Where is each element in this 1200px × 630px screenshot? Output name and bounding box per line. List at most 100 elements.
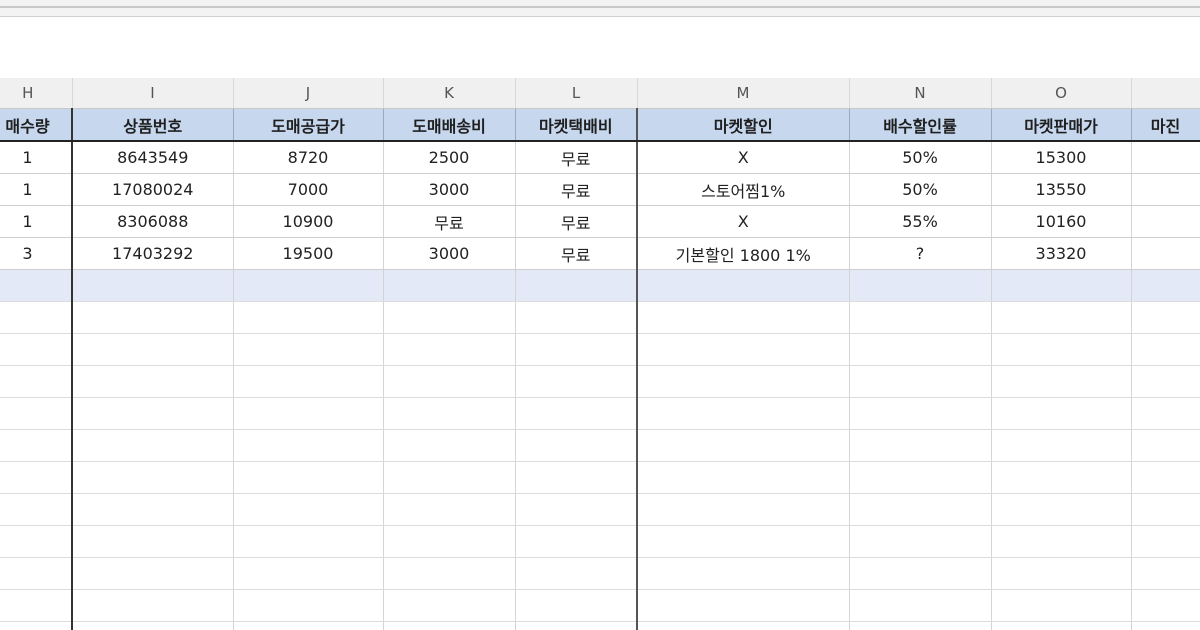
cell[interactable]: [1131, 301, 1200, 334]
cell[interactable]: [72, 493, 234, 526]
cell[interactable]: [849, 461, 992, 494]
cell[interactable]: [233, 621, 384, 630]
cell[interactable]: 7000: [233, 173, 384, 206]
cell[interactable]: [637, 589, 850, 622]
cell[interactable]: [515, 397, 638, 430]
cell[interactable]: [72, 333, 234, 366]
cell[interactable]: [383, 525, 516, 558]
cell[interactable]: X: [637, 141, 850, 174]
cell[interactable]: [233, 461, 384, 494]
cell[interactable]: [515, 525, 638, 558]
cell[interactable]: [72, 621, 234, 630]
cell[interactable]: [515, 461, 638, 494]
column-header-l[interactable]: L: [515, 78, 638, 109]
cell[interactable]: 55%: [849, 205, 992, 238]
cell[interactable]: [72, 461, 234, 494]
cell[interactable]: [849, 525, 992, 558]
cell[interactable]: [0, 269, 73, 302]
cell[interactable]: [991, 365, 1132, 398]
cell[interactable]: [849, 557, 992, 590]
cell[interactable]: [233, 397, 384, 430]
cell[interactable]: [991, 525, 1132, 558]
header-cell[interactable]: 매수량: [0, 108, 73, 142]
cell[interactable]: [991, 493, 1132, 526]
cell[interactable]: [0, 365, 73, 398]
cell[interactable]: [233, 557, 384, 590]
column-header-m[interactable]: M: [637, 78, 850, 109]
cell[interactable]: [991, 333, 1132, 366]
cell[interactable]: [637, 269, 850, 302]
cell[interactable]: 무료: [515, 237, 638, 270]
cell[interactable]: 17403292: [72, 237, 234, 270]
cell[interactable]: [991, 621, 1132, 630]
cell[interactable]: [383, 589, 516, 622]
column-header-o[interactable]: O: [991, 78, 1132, 109]
cell[interactable]: [1131, 269, 1200, 302]
column-header-i[interactable]: I: [72, 78, 234, 109]
cell[interactable]: [637, 365, 850, 398]
header-cell[interactable]: 마켓택배비: [515, 108, 638, 142]
cell[interactable]: [72, 589, 234, 622]
header-cell[interactable]: 상품번호: [72, 108, 234, 142]
cell[interactable]: [383, 397, 516, 430]
cell[interactable]: [849, 621, 992, 630]
header-cell[interactable]: 마진: [1131, 108, 1200, 142]
cell[interactable]: X: [637, 205, 850, 238]
cell[interactable]: 13550: [991, 173, 1132, 206]
cell[interactable]: 8720: [233, 141, 384, 174]
cell[interactable]: [0, 461, 73, 494]
cell[interactable]: 3000: [383, 237, 516, 270]
cell[interactable]: [515, 333, 638, 366]
cell[interactable]: [72, 429, 234, 462]
cell[interactable]: [637, 333, 850, 366]
cell[interactable]: [1131, 525, 1200, 558]
cell[interactable]: [233, 333, 384, 366]
cell[interactable]: 10900: [233, 205, 384, 238]
cell[interactable]: [1131, 557, 1200, 590]
cell[interactable]: [637, 525, 850, 558]
cell[interactable]: [1131, 397, 1200, 430]
cell[interactable]: [0, 589, 73, 622]
cell[interactable]: [0, 301, 73, 334]
cell[interactable]: [383, 269, 516, 302]
cell[interactable]: [0, 429, 73, 462]
cell[interactable]: 10160: [991, 205, 1132, 238]
cell[interactable]: [72, 525, 234, 558]
cell[interactable]: [0, 525, 73, 558]
cell[interactable]: 15300: [991, 141, 1132, 174]
cell[interactable]: [515, 429, 638, 462]
cell[interactable]: 8306088: [72, 205, 234, 238]
cell[interactable]: [515, 269, 638, 302]
cell[interactable]: 무료: [515, 205, 638, 238]
column-header-h[interactable]: H: [0, 78, 73, 109]
cell[interactable]: [849, 397, 992, 430]
cell[interactable]: 무료: [515, 173, 638, 206]
cell[interactable]: [991, 461, 1132, 494]
cell[interactable]: [383, 333, 516, 366]
header-cell[interactable]: 배수할인률: [849, 108, 992, 142]
cell[interactable]: [0, 621, 73, 630]
header-cell[interactable]: 도매공급가: [233, 108, 384, 142]
cell[interactable]: [991, 589, 1132, 622]
cell[interactable]: [637, 621, 850, 630]
cell[interactable]: [991, 557, 1132, 590]
cell[interactable]: [849, 269, 992, 302]
cell[interactable]: [515, 621, 638, 630]
cell[interactable]: 8643549: [72, 141, 234, 174]
cell[interactable]: [1131, 173, 1200, 206]
cell[interactable]: [849, 589, 992, 622]
cell[interactable]: 1: [0, 173, 73, 206]
cell[interactable]: [1131, 205, 1200, 238]
cell[interactable]: 50%: [849, 141, 992, 174]
cell[interactable]: [383, 557, 516, 590]
column-header-p[interactable]: [1131, 78, 1200, 109]
cell[interactable]: 무료: [383, 205, 516, 238]
cell[interactable]: [849, 429, 992, 462]
cell[interactable]: [0, 557, 73, 590]
cell[interactable]: [383, 301, 516, 334]
column-header-k[interactable]: K: [383, 78, 516, 109]
cell[interactable]: [1131, 237, 1200, 270]
cell[interactable]: [72, 397, 234, 430]
cell[interactable]: [991, 397, 1132, 430]
cell[interactable]: ?: [849, 237, 992, 270]
